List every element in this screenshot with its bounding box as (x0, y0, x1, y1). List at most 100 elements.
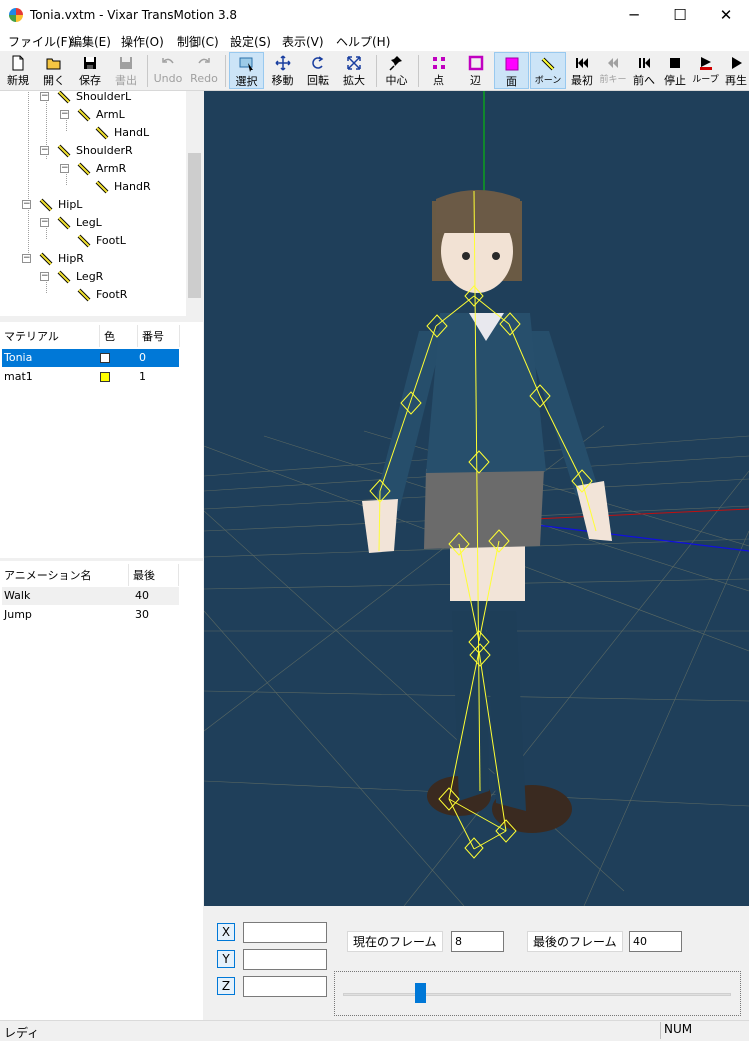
material-number: 1 (139, 370, 146, 383)
menu-file[interactable]: ファイル(F) (8, 33, 72, 50)
step-back-icon (639, 58, 650, 68)
select-cursor-icon (239, 57, 253, 72)
app-logo-icon (9, 8, 23, 22)
z-value-input[interactable] (243, 976, 327, 997)
title-bar: Tonia.vxtm - Vixar TransMotion 3.8 ─ ☐ ✕ (0, 0, 749, 31)
menu-settings[interactable]: 設定(S) (230, 33, 271, 50)
frame-slider-thumb[interactable] (415, 983, 427, 1003)
minimize-button[interactable]: ─ (611, 0, 657, 31)
animation-name: Walk (4, 589, 31, 602)
num-lock-indicator: NUM (660, 1022, 720, 1039)
toolbar: 新規 開く 保存 書出 Undo Redo 選択 移動 回転 拡大 中心 点 辺… (0, 51, 749, 91)
animation-last-frame: 40 (135, 589, 149, 602)
bone-icon (57, 216, 71, 230)
collapse-toggle[interactable]: − (40, 272, 49, 281)
play-button[interactable]: 再生 (721, 52, 749, 89)
new-button[interactable]: 新規 (2, 52, 34, 89)
animation-name-header[interactable]: アニメーション名 (0, 564, 129, 586)
zoom-expand-icon (347, 56, 361, 70)
redo-button[interactable]: Redo (187, 52, 221, 89)
collapse-toggle[interactable]: − (22, 254, 31, 263)
point-mode-button[interactable]: 点 (421, 52, 456, 89)
prev-key-icon (608, 58, 618, 68)
last-frame-input[interactable]: 40 (629, 931, 682, 952)
tree-guide-line (66, 171, 67, 185)
stop-button[interactable]: 停止 (660, 52, 690, 89)
face-mode-button[interactable]: 面 (494, 52, 529, 89)
bone-icon (39, 252, 53, 266)
collapse-toggle[interactable]: − (22, 200, 31, 209)
prev-key-button[interactable]: 前キー (598, 52, 628, 89)
status-text: レディ (4, 1026, 40, 1040)
y-axis-button[interactable]: Y (217, 950, 235, 968)
prev-frame-button[interactable]: 前へ (629, 52, 659, 89)
current-frame-input[interactable]: 8 (451, 931, 504, 952)
bone-icon (77, 162, 91, 176)
undo-arrow-icon (162, 58, 174, 64)
select-tool-button[interactable]: 選択 (229, 52, 264, 89)
material-name-header[interactable]: マテリアル (0, 325, 100, 347)
tree-guide-line (66, 117, 67, 131)
rotate-tool-button[interactable]: 回転 (301, 52, 335, 89)
bone-mode-button[interactable]: ボーン (530, 52, 566, 89)
collapse-toggle[interactable]: − (40, 92, 49, 101)
menu-help[interactable]: ヘルプ(H) (336, 33, 390, 50)
zoom-tool-button[interactable]: 拡大 (337, 52, 371, 89)
bone-icon (541, 57, 555, 71)
bone-icon (95, 126, 109, 140)
material-row-mat1[interactable]: mat1 1 (2, 368, 179, 386)
material-name: mat1 (4, 370, 33, 383)
menu-edit[interactable]: 編集(E) (70, 33, 111, 50)
z-axis-button[interactable]: Z (217, 977, 235, 995)
animation-row-walk[interactable]: Walk 40 (2, 587, 179, 605)
window-title: Tonia.vxtm - Vixar TransMotion 3.8 (30, 8, 238, 22)
3d-viewport[interactable] (204, 91, 749, 906)
collapse-toggle[interactable]: − (60, 164, 69, 173)
undo-button[interactable]: Undo (151, 52, 185, 89)
bone-tree[interactable]: − ShoulderL − ArmL HandL − ShoulderR − A… (0, 91, 203, 316)
animation-last-frame: 30 (135, 608, 149, 621)
menu-control[interactable]: 制御(C) (177, 33, 219, 50)
material-row-tonia[interactable]: Tonia 0 (2, 349, 179, 367)
save-button[interactable]: 保存 (74, 52, 106, 89)
stop-square-icon (670, 58, 680, 68)
x-axis-line (533, 508, 749, 520)
play-icon (732, 57, 742, 69)
collapse-toggle[interactable]: − (60, 110, 69, 119)
material-name: Tonia (4, 351, 33, 364)
redo-arrow-icon (198, 58, 210, 64)
collapse-toggle[interactable]: − (40, 146, 49, 155)
export-button[interactable]: 書出 (110, 52, 142, 89)
animation-list[interactable]: アニメーション名 最後 Walk 40 Jump 30 (0, 561, 203, 1020)
maximize-button[interactable]: ☐ (657, 0, 703, 31)
material-color-header[interactable]: 色 (100, 325, 138, 347)
material-list[interactable]: マテリアル 色 番号 Tonia 0 mat1 1 (0, 322, 203, 558)
close-button[interactable]: ✕ (703, 0, 749, 31)
animation-last-header[interactable]: 最後 (129, 564, 179, 586)
collapse-toggle[interactable]: − (40, 218, 49, 227)
frame-slider-track[interactable] (343, 993, 731, 996)
current-frame-label: 現在のフレーム (347, 931, 443, 952)
export-disk-icon (120, 57, 132, 69)
menu-bar: ファイル(F) 編集(E) 操作(O) 制御(C) 設定(S) 表示(V) ヘル… (0, 31, 749, 51)
animation-name: Jump (4, 608, 32, 621)
center-button[interactable]: 中心 (380, 52, 413, 89)
open-button[interactable]: 開く (38, 52, 70, 89)
menu-view[interactable]: 表示(V) (282, 33, 324, 50)
y-value-input[interactable] (243, 949, 327, 970)
scrollbar-thumb[interactable] (188, 153, 201, 298)
material-number-header[interactable]: 番号 (138, 325, 180, 347)
menu-operation[interactable]: 操作(O) (121, 33, 164, 50)
frame-control-panel: X Y Z 現在のフレーム 8 最後のフレーム 40 (204, 906, 749, 1020)
move-tool-button[interactable]: 移動 (266, 52, 299, 89)
first-frame-button[interactable]: 最初 (567, 52, 597, 89)
x-axis-button[interactable]: X (217, 923, 235, 941)
loop-button[interactable]: ループ (691, 52, 720, 89)
x-value-input[interactable] (243, 922, 327, 943)
tree-scrollbar[interactable] (186, 91, 203, 316)
edge-square-icon (468, 55, 483, 71)
edge-mode-button[interactable]: 辺 (458, 52, 493, 89)
toolbar-separator (418, 55, 419, 87)
open-folder-icon (46, 58, 61, 70)
animation-row-jump[interactable]: Jump 30 (2, 606, 179, 624)
